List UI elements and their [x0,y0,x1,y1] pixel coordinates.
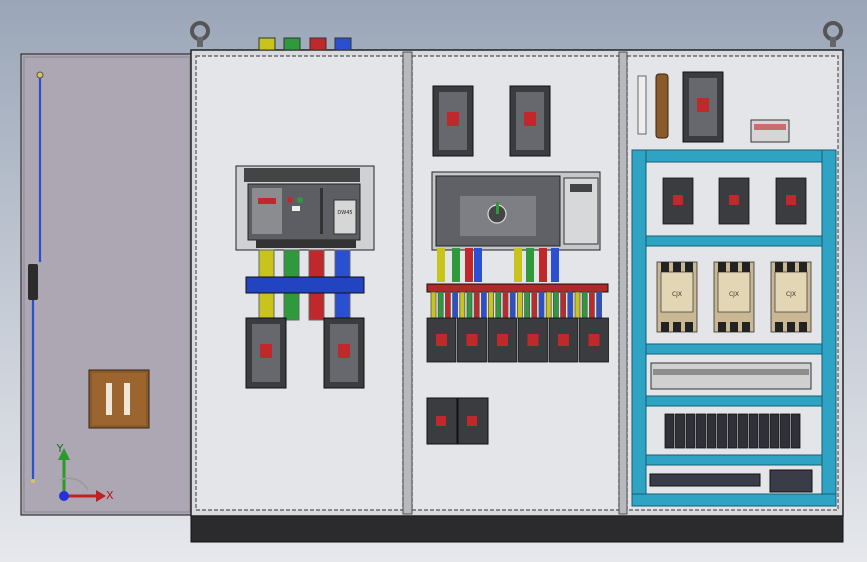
terminal-block-row-1 [650,362,812,390]
mccb-section-2-low-b [457,397,489,445]
door-handle [28,264,38,300]
mccb-row-section-3 [662,177,807,225]
mccb-section-2-top-b [509,85,551,157]
lifting-eye-right [823,21,843,47]
mccb-section-3-top [682,71,724,143]
lifting-eye-left [190,21,210,47]
mccb-section-2-top-a [432,85,474,157]
mccb-section-1-b [323,317,365,389]
contactor-row: CJX CJX CJX [656,261,812,333]
axis-x-label: X [106,489,114,502]
cabinet-plinth [190,513,844,543]
contactor-label: CJX [672,291,682,298]
small-relay-block [750,119,790,143]
document-pocket [88,369,150,429]
contactor-label: CJX [786,291,796,298]
open-door: Y X [20,53,194,516]
ground-bar [655,73,669,139]
axis-y-label: Y [56,442,64,455]
contactor-label: CJX [729,291,739,298]
breaker-label: DW45 [337,210,352,216]
busbar-blue-section-1 [245,276,365,294]
main-air-circuit-breaker: DW45 [235,165,375,251]
mccb-section-2-low-a [426,397,458,445]
mccb-section-1-a [245,317,287,389]
top-terminal-caps [258,37,352,51]
terminal-strip-vertical [637,75,647,135]
secondary-breaker-unit [431,171,601,251]
busbar-red-section-2 [426,283,609,293]
electrical-cabinet-cad-view: Y X DW45 CJX CJX CJX [20,21,844,543]
